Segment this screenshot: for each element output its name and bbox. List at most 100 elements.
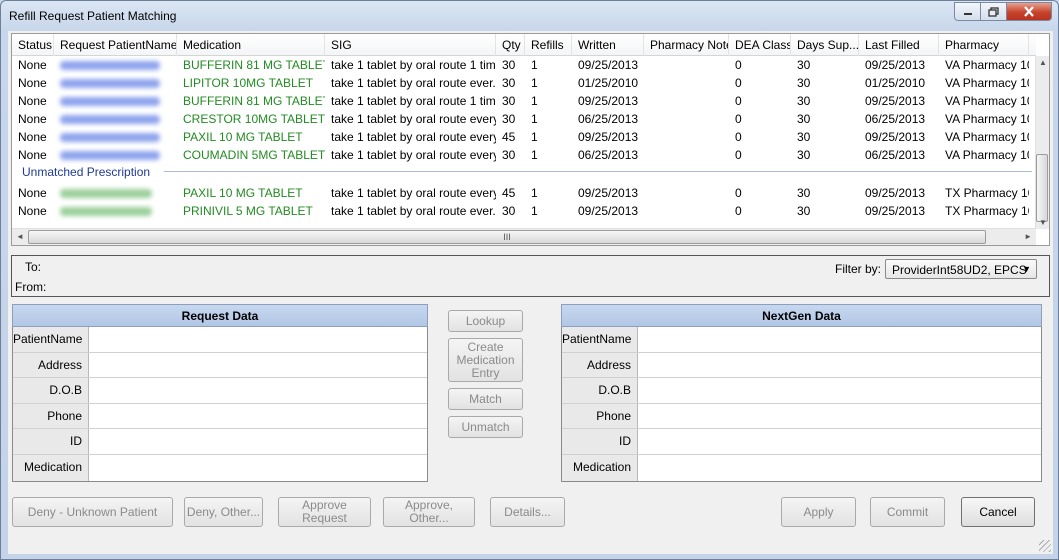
table-row[interactable]: None BUFFERIN 81 MG TABLET take 1 tablet b… xyxy=(12,92,1036,110)
field-value[interactable] xyxy=(89,404,427,429)
dialog-client-area: Status Request PatientName Medication SIG Qt… xyxy=(8,31,1053,554)
cell-sig: take 1 tablet by oral route every... xyxy=(331,148,496,162)
lookup-button[interactable]: Lookup xyxy=(448,310,523,332)
table-row[interactable]: None LIPITOR 10MG TABLET take 1 tablet by … xyxy=(12,74,1036,92)
field-row: ID xyxy=(13,429,427,455)
filter-label: Filter by: xyxy=(835,262,882,276)
create-medication-entry-button[interactable]: Create Medication Entry xyxy=(448,338,523,382)
field-value[interactable] xyxy=(638,327,1041,352)
cell-pharmacy: VA Pharmacy 10.0 xyxy=(945,130,1029,144)
commit-button[interactable]: Commit xyxy=(870,497,945,527)
scroll-left-icon[interactable]: ◄ xyxy=(16,232,24,241)
cell-sig: take 1 tablet by oral route every... xyxy=(331,186,496,200)
nextgen-data-panel: NextGen Data PatientName Address D.O.B Phon… xyxy=(561,304,1042,482)
cell-written: 09/25/2013 xyxy=(578,94,639,108)
scroll-right-icon[interactable]: ► xyxy=(1024,232,1032,241)
redaction-blur xyxy=(60,79,160,88)
cell-pharmacy: VA Pharmacy 10.0 xyxy=(945,148,1029,162)
column-header[interactable]: Days Sup... xyxy=(791,34,859,56)
window-title: Refill Request Patient Matching xyxy=(9,9,177,23)
deny-other-button[interactable]: Deny, Other... xyxy=(184,497,263,527)
field-value[interactable] xyxy=(89,455,427,481)
grid-header: Status Request PatientName Medication SIG Qt… xyxy=(12,34,1036,56)
horizontal-scrollbar[interactable]: ◄ III ► xyxy=(12,228,1036,245)
title-bar[interactable]: Refill Request Patient Matching xyxy=(1,1,1058,31)
cell-last-filled: 09/25/2013 xyxy=(865,204,926,218)
field-value[interactable] xyxy=(89,327,427,352)
close-button[interactable] xyxy=(1007,2,1052,21)
cell-dea: 0 xyxy=(735,130,742,144)
column-header[interactable]: Request PatientName xyxy=(54,34,177,56)
table-row[interactable]: None PRINIVIL 5 MG TABLET take 1 tablet by… xyxy=(12,202,1036,220)
column-header[interactable]: Refills xyxy=(525,34,572,56)
vertical-scrollbar[interactable]: ▲ ▼ xyxy=(1035,56,1049,229)
to-label: To: xyxy=(25,260,42,274)
cell-medication: LIPITOR 10MG TABLET xyxy=(183,76,314,90)
minimize-button[interactable] xyxy=(954,2,981,21)
apply-button[interactable]: Apply xyxy=(781,497,856,527)
column-header[interactable]: Last Filled xyxy=(859,34,939,56)
column-header[interactable]: Medication xyxy=(177,34,325,56)
close-icon xyxy=(1024,6,1034,17)
field-value[interactable] xyxy=(89,353,427,378)
scroll-down-icon[interactable]: ▼ xyxy=(1039,218,1047,227)
column-header[interactable]: Pharmacy xyxy=(939,34,1029,56)
cell-written: 01/25/2010 xyxy=(578,76,639,90)
field-row: PatientName xyxy=(562,327,1041,353)
redacted-patient-name xyxy=(54,110,177,128)
cell-empty xyxy=(644,202,729,220)
column-header[interactable]: Written xyxy=(572,34,644,56)
column-header[interactable]: Pharmacy Note xyxy=(644,34,729,56)
request-data-panel: Request Data PatientName Address D.O.B Phon… xyxy=(12,304,428,482)
horizontal-scroll-thumb[interactable]: III xyxy=(28,230,986,244)
cancel-button[interactable]: Cancel xyxy=(961,497,1035,527)
unmatch-button[interactable]: Unmatch xyxy=(448,416,523,438)
field-label: Medication xyxy=(562,454,638,481)
match-button[interactable]: Match xyxy=(448,388,523,410)
table-row[interactable]: None BUFFERIN 81 MG TABLET take 1 tablet b… xyxy=(12,56,1036,74)
cell-status: None xyxy=(18,130,47,144)
create-button-line2: Medication xyxy=(456,352,515,367)
column-header[interactable]: Status xyxy=(12,34,54,56)
field-value[interactable] xyxy=(638,455,1041,481)
cell-empty xyxy=(644,74,729,92)
maximize-button[interactable] xyxy=(981,2,1007,21)
cell-status: None xyxy=(18,58,47,72)
redacted-patient-name xyxy=(54,128,177,146)
deny-unknown-patient-button[interactable]: Deny - Unknown Patient xyxy=(12,497,173,527)
approve-request-button[interactable]: Approve Request xyxy=(278,497,371,527)
cell-medication: BUFFERIN 81 MG TABLET xyxy=(183,58,325,72)
filter-select[interactable]: ProviderInt58UD2, EPCS ▼ xyxy=(885,259,1037,279)
column-header[interactable]: Qty xyxy=(496,34,525,56)
details-button[interactable]: Details... xyxy=(490,497,565,527)
field-row: D.O.B xyxy=(562,378,1041,404)
cell-days: 30 xyxy=(797,148,811,162)
table-row[interactable]: None COUMADIN 5MG TABLET take 1 tablet by … xyxy=(12,146,1036,164)
table-row[interactable]: None PAXIL 10 MG TABLET take 1 tablet by o… xyxy=(12,128,1036,146)
field-label: D.O.B xyxy=(13,378,89,403)
field-value[interactable] xyxy=(89,429,427,454)
redacted-patient-name xyxy=(54,184,177,202)
table-row[interactable]: None PAXIL 10 MG TABLET take 1 tablet by o… xyxy=(12,184,1036,202)
field-value[interactable] xyxy=(638,429,1041,454)
table-row[interactable]: None CRESTOR 10MG TABLET take 1 tablet by … xyxy=(12,110,1036,128)
scroll-up-icon[interactable]: ▲ xyxy=(1039,58,1047,67)
field-row: ID xyxy=(562,429,1041,455)
field-label: Address xyxy=(13,352,89,378)
field-value[interactable] xyxy=(638,353,1041,378)
column-header[interactable]: DEA Class xyxy=(729,34,791,56)
cell-dea: 0 xyxy=(735,148,742,162)
vertical-scroll-thumb[interactable] xyxy=(1036,154,1048,222)
cell-dea: 0 xyxy=(735,58,742,72)
prescription-grid[interactable]: Status Request PatientName Medication SIG Qt… xyxy=(11,33,1050,246)
cell-dea: 0 xyxy=(735,76,742,90)
redacted-patient-name xyxy=(54,92,177,110)
column-header[interactable]: SIG xyxy=(325,34,496,56)
resize-grip-icon[interactable] xyxy=(1039,540,1051,552)
field-value[interactable] xyxy=(638,404,1041,429)
cell-dea: 0 xyxy=(735,204,742,218)
field-value[interactable] xyxy=(638,378,1041,403)
approve-other-button[interactable]: Approve, Other... xyxy=(383,497,475,527)
cell-empty xyxy=(644,146,729,164)
field-value[interactable] xyxy=(89,378,427,403)
